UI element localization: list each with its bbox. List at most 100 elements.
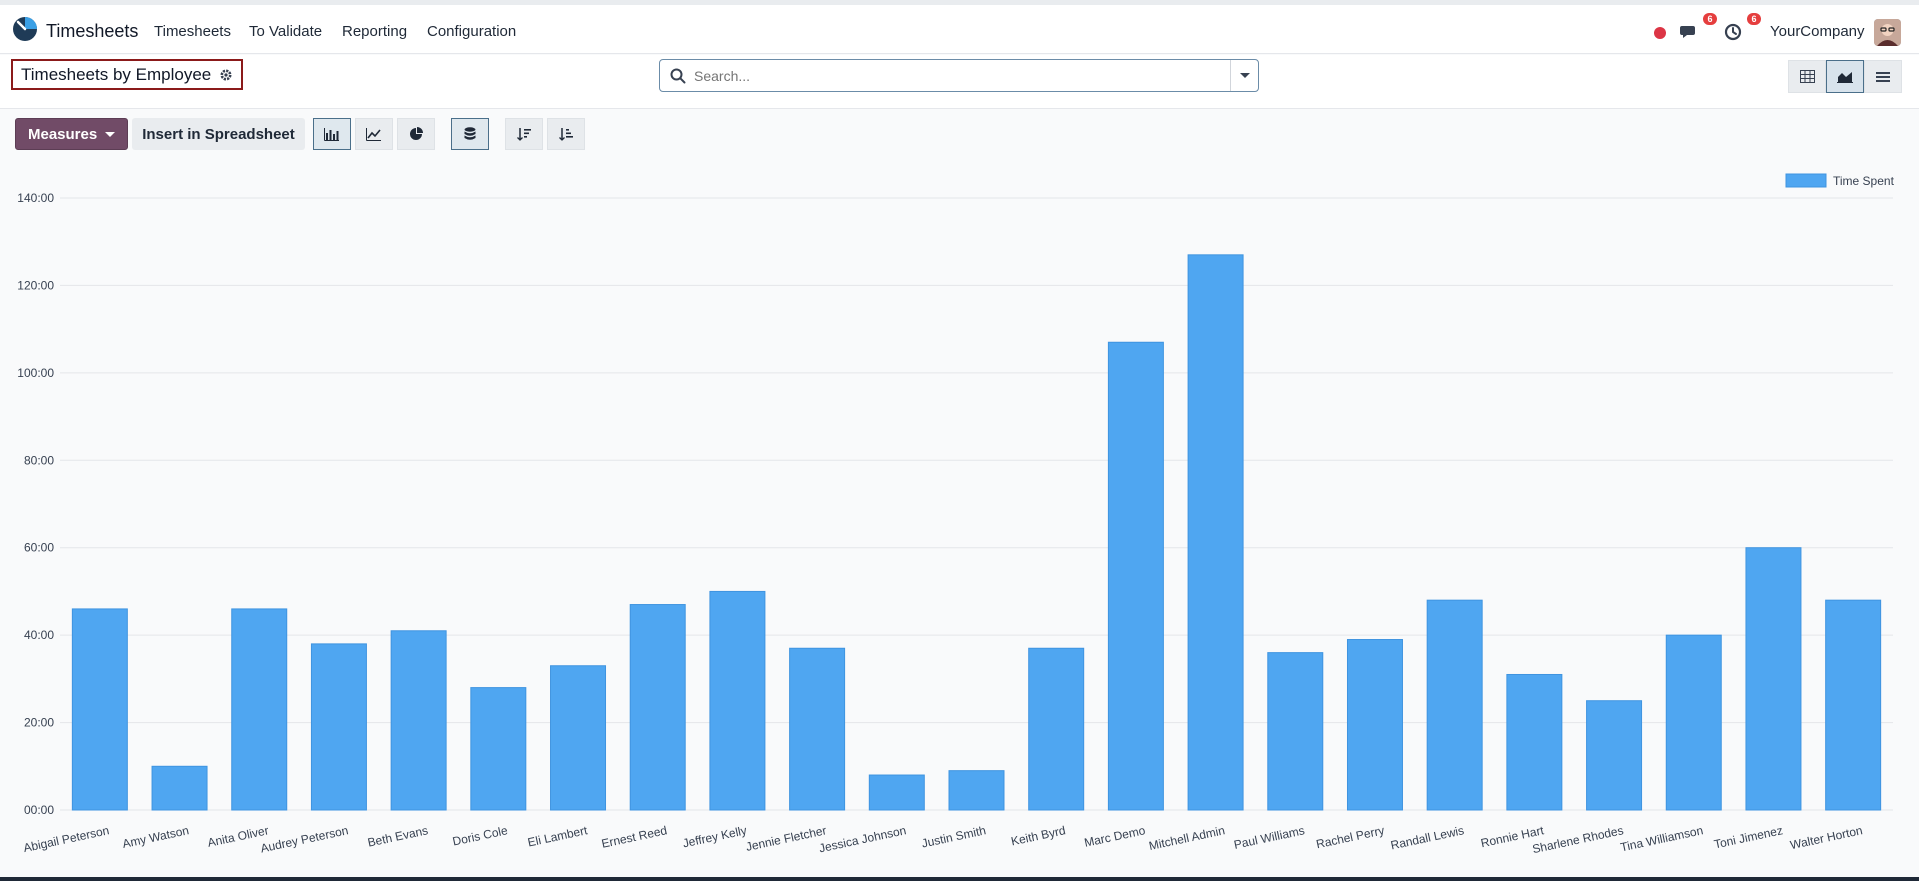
database-icon — [464, 127, 476, 140]
x-tick-label: Jeffrey Kelly — [681, 823, 748, 850]
bar-chart-button[interactable] — [312, 118, 351, 150]
y-tick-label: 120:00 — [17, 278, 54, 292]
legend-label: Time Spent — [1833, 174, 1895, 188]
pivot-view-button[interactable] — [1788, 60, 1826, 93]
bar — [71, 608, 128, 811]
bar-chart-icon — [324, 127, 340, 141]
bar — [1426, 599, 1483, 811]
bar — [231, 608, 288, 811]
search-options-toggle[interactable] — [1230, 60, 1258, 91]
y-tick-label: 40:00 — [24, 628, 54, 642]
caret-down-icon — [105, 131, 116, 137]
bar — [1346, 639, 1403, 811]
bar — [709, 590, 766, 811]
messages-badge: 6 — [1703, 13, 1717, 25]
x-tick-label: Beth Evans — [366, 823, 429, 849]
company-switcher[interactable]: YourCompany — [1770, 23, 1865, 40]
bar — [310, 643, 367, 811]
bar — [1028, 647, 1085, 811]
list-icon — [1876, 71, 1890, 82]
activities-button[interactable]: 6 — [1723, 13, 1761, 46]
x-tick-label: Justin Smith — [920, 823, 987, 850]
bar — [868, 774, 925, 811]
x-tick-label: Tina Williamson — [1619, 823, 1704, 854]
nav-to-validate[interactable]: To Validate — [249, 23, 322, 40]
x-tick-label: Jessica Johnson — [818, 823, 908, 855]
app-name[interactable]: Timesheets — [46, 21, 138, 42]
bar — [550, 665, 607, 811]
top-navbar: Timesheets Timesheets To Validate Report… — [0, 0, 1919, 54]
breadcrumb: Timesheets by Employee — [11, 59, 244, 90]
bar — [1107, 341, 1164, 811]
graph-toolbar: Measures Insert in Spreadsheet — [15, 118, 585, 150]
bar — [1267, 652, 1324, 811]
insert-spreadsheet-button[interactable]: Insert in Spreadsheet — [132, 118, 305, 150]
x-tick-label: Audrey Peterson — [259, 823, 349, 855]
bar — [390, 630, 447, 811]
view-switcher — [1788, 60, 1902, 93]
nav-reporting[interactable]: Reporting — [342, 23, 407, 40]
x-tick-label: Abigail Peterson — [22, 823, 110, 855]
chat-icon — [1680, 26, 1695, 38]
x-tick-label: Sharlene Rhodes — [1531, 823, 1625, 856]
x-tick-label: Ernest Reed — [600, 823, 668, 851]
x-tick-label: Amy Watson — [121, 823, 190, 851]
gear-icon[interactable] — [219, 68, 233, 82]
sort-ascending-button[interactable] — [546, 118, 585, 150]
bar — [151, 765, 208, 811]
timesheets-app-icon[interactable] — [12, 16, 38, 42]
line-chart-button[interactable] — [354, 118, 393, 150]
sort-descending-icon — [516, 128, 531, 141]
sort-ascending-icon — [558, 128, 573, 141]
bar — [1745, 547, 1802, 811]
x-tick-label: Paul Williams — [1233, 823, 1306, 852]
line-chart-icon — [366, 127, 382, 141]
x-tick-label: Eli Lambert — [526, 823, 589, 849]
chevron-down-icon — [1239, 73, 1250, 78]
bar — [1506, 673, 1563, 811]
measures-label: Measures — [28, 125, 98, 143]
user-avatar[interactable] — [1874, 19, 1901, 46]
nav-configuration[interactable]: Configuration — [427, 23, 516, 40]
stacked-button[interactable] — [450, 118, 489, 150]
page-title: Timesheets by Employee — [21, 64, 212, 84]
list-view-button[interactable] — [1864, 60, 1902, 93]
bar-chart: 00:00 20:00 40:00 60:00 80:00 100:00 120:00 140… — [17, 173, 1895, 856]
bar — [948, 770, 1005, 811]
pie-chart-icon — [409, 127, 423, 140]
bar — [789, 647, 846, 811]
toolbar-spacer-2 — [493, 118, 501, 150]
activities-badge: 6 — [1747, 13, 1761, 25]
bar — [1187, 254, 1244, 811]
pie-chart-button[interactable] — [396, 118, 435, 150]
x-tick-label: Marc Demo — [1083, 823, 1147, 850]
search-bar — [659, 59, 1259, 92]
y-tick-label: 60:00 — [24, 541, 54, 555]
x-tick-label: Randall Lewis — [1389, 823, 1465, 852]
recording-indicator[interactable] — [1654, 27, 1666, 39]
search-icon — [670, 68, 686, 83]
nav-timesheets[interactable]: Timesheets — [154, 23, 231, 40]
messages-button[interactable]: 6 — [1679, 13, 1717, 46]
y-tick-label: 20:00 — [24, 716, 54, 730]
y-tick-label: 140:00 — [17, 191, 54, 205]
x-tick-label: Rachel Perry — [1315, 823, 1386, 851]
search-input[interactable] — [694, 67, 1230, 84]
sort-descending-button[interactable] — [504, 118, 543, 150]
bar — [629, 604, 686, 811]
bar — [1665, 634, 1722, 811]
measures-button[interactable]: Measures — [15, 118, 129, 150]
x-tick-label: Doris Cole — [451, 823, 509, 848]
avatar-icon — [1874, 19, 1901, 46]
x-tick-label: Mitchell Admin — [1148, 823, 1227, 853]
control-panel: Timesheets by Employee — [0, 55, 1919, 109]
y-tick-label: 00:00 — [24, 803, 54, 817]
bottom-edge — [0, 877, 1919, 881]
bar — [1825, 599, 1882, 811]
bar — [470, 687, 527, 811]
area-chart-icon — [1837, 72, 1853, 83]
x-tick-label: Walter Horton — [1789, 823, 1864, 852]
legend-swatch — [1785, 173, 1827, 188]
graph-view-button[interactable] — [1826, 60, 1864, 93]
